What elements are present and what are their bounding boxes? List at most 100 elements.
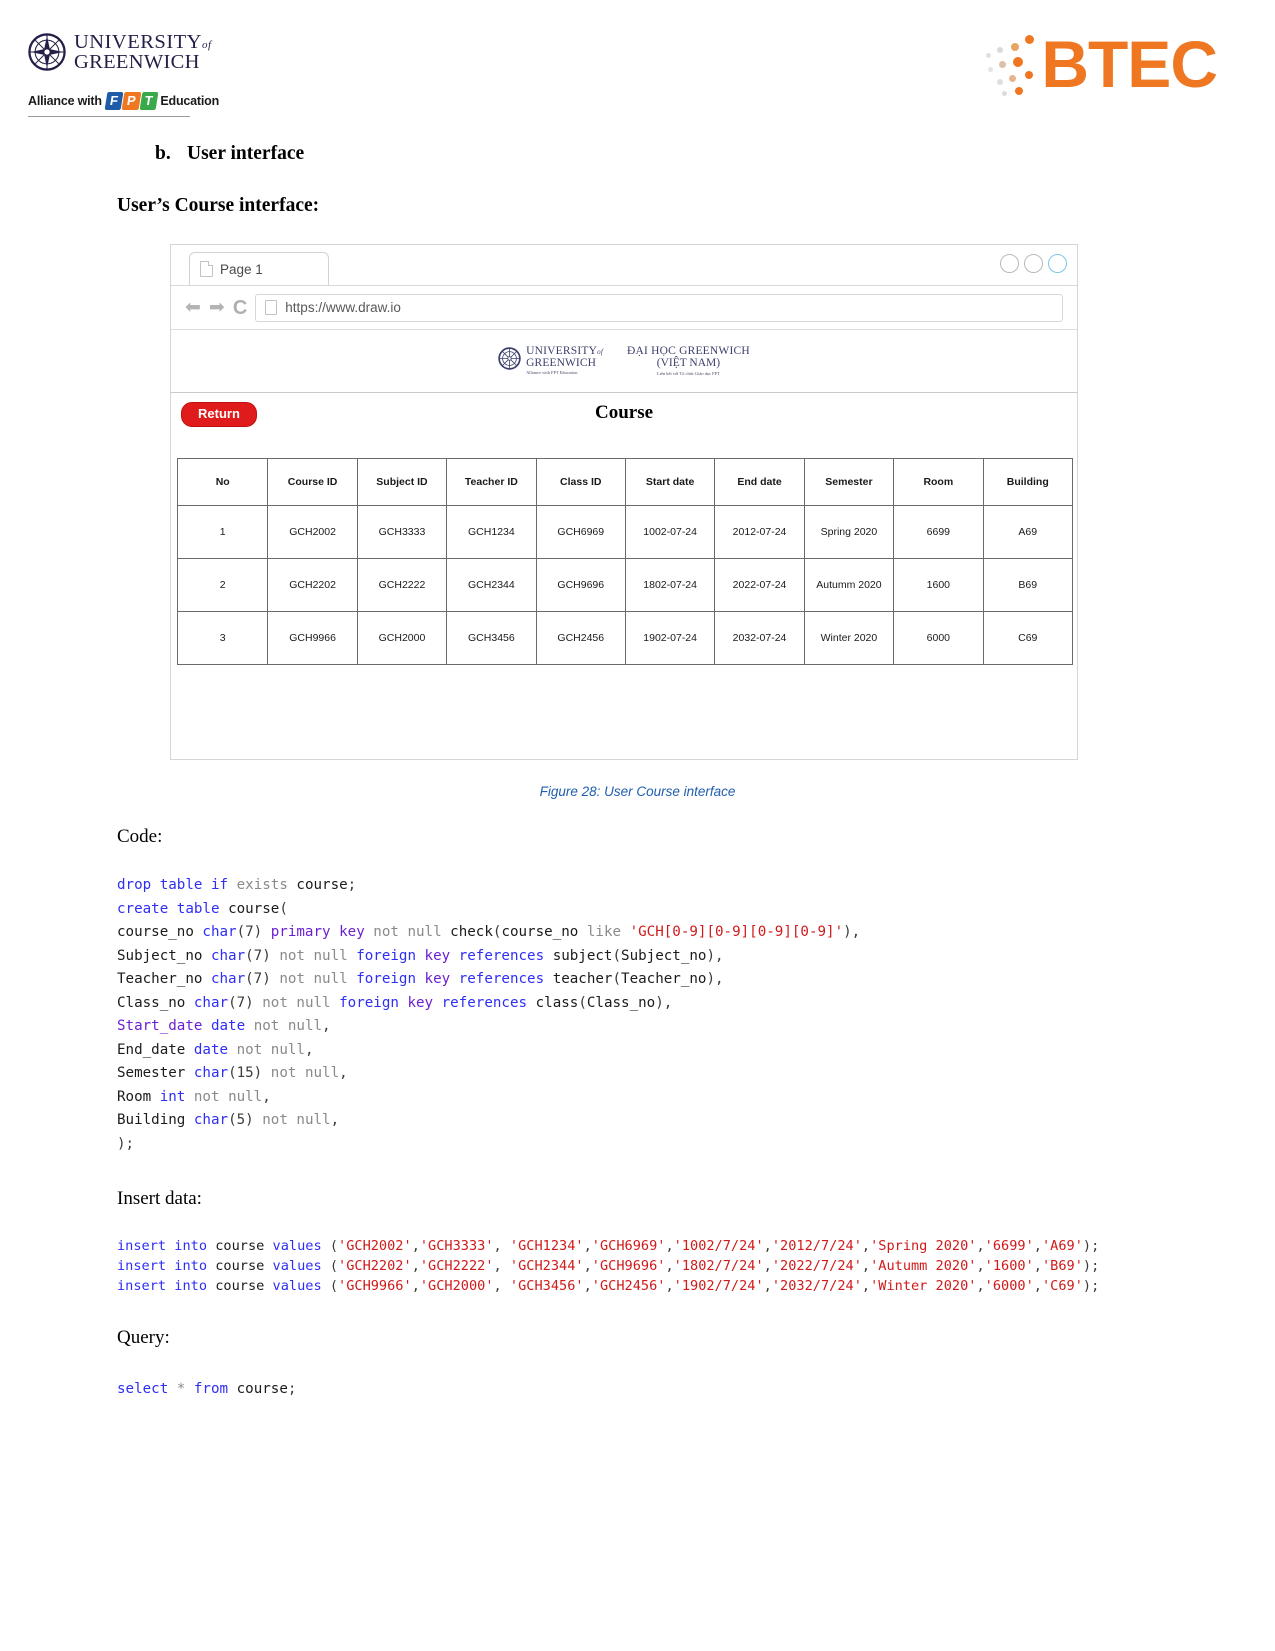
site-uog-line1: UNIVERSITYof <box>526 345 603 358</box>
section-heading-text: User interface <box>187 143 305 164</box>
site-header: UNIVERSITYof GREENWICH Alliance with FPT… <box>171 330 1077 393</box>
table-cell: Spring 2020 <box>803 505 895 559</box>
table-cell: Autumm 2020 <box>803 558 895 612</box>
table-column-header: Start date <box>624 458 716 506</box>
table-column-header: Building <box>982 458 1074 506</box>
table-cell: GCH2222 <box>356 558 448 612</box>
table-cell: 2 <box>176 558 269 612</box>
university-of-greenwich-logo: UNIVERSITYof GREENWICH <box>28 32 212 72</box>
insert-data-code-block: insert into course values ('GCH2002','GC… <box>117 1238 1100 1294</box>
table-cell: GCH2456 <box>535 611 626 665</box>
table-cell: 1902-07-24 <box>624 611 716 665</box>
table-column-header: Teacher ID <box>446 458 537 506</box>
browser-tab-page-1[interactable]: Page 1 <box>189 252 329 285</box>
compass-rose-icon-small <box>498 347 521 370</box>
table-cell: GCH9966 <box>267 611 358 665</box>
table-column-header: End date <box>714 458 805 506</box>
alliance-suffix-label: Education <box>160 94 220 108</box>
site-vn-sub: Liên kết với Tổ chức Giáo dục FPT <box>657 371 720 377</box>
table-cell: 2022-07-24 <box>714 558 805 612</box>
table-cell: GCH3333 <box>356 505 448 559</box>
site-header-uog-logo: UNIVERSITYof GREENWICH Alliance with FPT… <box>498 345 603 376</box>
fpt-letter-t: T <box>139 92 158 110</box>
fpt-logo: F P T <box>104 92 158 110</box>
page-document-icon <box>200 261 213 277</box>
btec-wordmark: BTEC <box>1041 27 1218 101</box>
window-minimize-button[interactable] <box>1000 254 1019 273</box>
table-cell: 3 <box>176 611 269 665</box>
table-row: 3 GCH9966 GCH2000 GCH3456 GCH2456 1902-07-24 2… <box>176 611 1074 665</box>
fpt-letter-p: P <box>121 92 141 110</box>
web-page-content: UNIVERSITYof GREENWICH Alliance with FPT… <box>171 330 1077 844</box>
table-column-header: Class ID <box>535 458 626 506</box>
create-table-code-block: drop table if exists course; create tabl… <box>117 877 861 1152</box>
figure-caption: Figure 28: User Course interface <box>539 784 736 799</box>
site-vn-line1: ĐẠI HỌC GREENWICH <box>627 345 750 358</box>
table-row: 2 GCH2202 GCH2222 GCH2344 GCH9696 1802-07-24 2… <box>176 558 1074 612</box>
table-cell: Winter 2020 <box>803 611 895 665</box>
browser-tab-label: Page 1 <box>220 261 263 277</box>
table-cell: GCH1234 <box>446 505 537 559</box>
university-word: UNIVERSITY <box>74 31 202 53</box>
insert-data-label: Insert data: <box>117 1188 202 1209</box>
table-cell: GCH9696 <box>535 558 626 612</box>
browser-mockup: Page 1 ⬅ ➡ C https://www.draw.io UNIVERS… <box>170 244 1078 760</box>
table-row: 1 GCH2002 GCH3333 GCH1234 GCH6969 1002-07-24 2… <box>176 505 1074 559</box>
site-vn-line2: (VIỆT NAM) <box>656 357 721 370</box>
site-uog-line2: GREENWICH <box>526 356 597 369</box>
section-marker: b. <box>155 143 171 164</box>
table-cell: C69 <box>982 611 1074 665</box>
window-close-button[interactable] <box>1048 254 1067 273</box>
header-divider <box>28 116 190 117</box>
window-controls[interactable] <box>1000 254 1067 273</box>
table-cell: 1 <box>176 505 269 559</box>
forward-arrow-icon[interactable]: ➡ <box>209 298 225 317</box>
back-arrow-icon[interactable]: ⬅ <box>185 298 201 317</box>
table-cell: 1002-07-24 <box>624 505 716 559</box>
btec-dots-icon <box>985 27 1047 101</box>
table-cell: GCH2000 <box>356 611 448 665</box>
code-label: Code: <box>117 826 163 847</box>
table-cell: GCH2002 <box>267 505 358 559</box>
table-cell: A69 <box>982 505 1074 559</box>
table-column-header: Room <box>893 458 984 506</box>
site-header-vietnam-text: ĐẠI HỌC GREENWICH (VIỆT NAM) Liên kết vớ… <box>627 345 750 377</box>
university-wordmark: UNIVERSITYof GREENWICH <box>74 32 212 72</box>
table-column-header: No <box>176 458 269 506</box>
reload-icon[interactable]: C <box>233 298 247 318</box>
table-cell: GCH3456 <box>446 611 537 665</box>
table-column-header: Course ID <box>267 458 358 506</box>
browser-url-bar: ⬅ ➡ C https://www.draw.io <box>171 286 1077 330</box>
table-cell: 6000 <box>893 611 984 665</box>
page-info-icon <box>265 300 278 315</box>
table-cell: 6699 <box>893 505 984 559</box>
table-cell: B69 <box>982 558 1074 612</box>
table-column-header: Semester <box>803 458 895 506</box>
compass-rose-icon <box>28 33 66 71</box>
table-cell: GCH2202 <box>267 558 358 612</box>
url-input[interactable]: https://www.draw.io <box>255 293 1063 322</box>
query-label: Query: <box>117 1327 170 1348</box>
subsection-heading: User’s Course interface: <box>117 195 320 216</box>
table-column-header: Subject ID <box>356 458 448 506</box>
table-cell: GCH6969 <box>535 505 626 559</box>
alliance-with-fpt-education: Alliance with F P T Education <box>28 92 219 110</box>
url-text: https://www.draw.io <box>285 300 401 315</box>
page-header: UNIVERSITYof GREENWICH Alliance with F P… <box>0 0 1275 125</box>
table-cell: 1802-07-24 <box>624 558 716 612</box>
table-cell: GCH2344 <box>446 558 537 612</box>
table-cell: 1600 <box>893 558 984 612</box>
table-cell: 2012-07-24 <box>714 505 805 559</box>
window-maximize-button[interactable] <box>1024 254 1043 273</box>
section-heading: b. User interface <box>155 143 304 165</box>
btec-logo: BTEC <box>985 22 1218 106</box>
site-uog-alliance: Alliance with FPT Education <box>526 370 578 376</box>
table-header-row: No Course ID Subject ID Teacher ID Class ID S… <box>176 458 1074 506</box>
course-table: No Course ID Subject ID Teacher ID Class ID S… <box>176 458 1074 665</box>
university-of-word: of <box>202 39 212 51</box>
page-title: Course <box>594 402 654 423</box>
fpt-letter-f: F <box>104 92 124 110</box>
browser-tab-strip: Page 1 <box>171 245 1077 286</box>
alliance-prefix-label: Alliance with <box>28 94 102 108</box>
query-code-block: select * from course; <box>117 1381 297 1397</box>
